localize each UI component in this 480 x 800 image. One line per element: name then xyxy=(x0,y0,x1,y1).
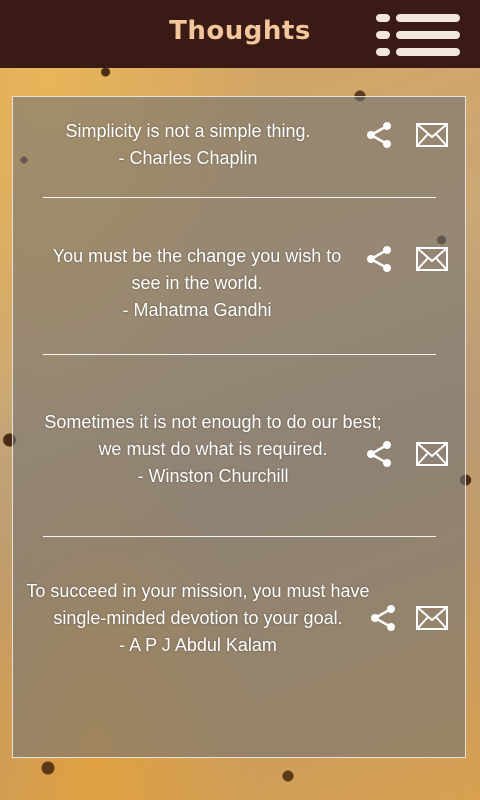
mail-icon[interactable] xyxy=(416,442,448,466)
mail-icon[interactable] xyxy=(416,606,448,630)
share-icon[interactable] xyxy=(369,604,397,632)
divider xyxy=(43,354,436,355)
mail-icon[interactable] xyxy=(416,123,448,147)
quote-line: Simplicity is not a simple thing. xyxy=(65,121,311,141)
app-header: Thoughts xyxy=(0,0,480,68)
quote-line: single-minded devotion to your goal. xyxy=(53,608,343,628)
divider xyxy=(43,197,436,198)
quote-text: Sometimes it is not enough to do our bes… xyxy=(21,409,405,490)
quote-line: see in the world. xyxy=(131,273,263,293)
quote-author: - Winston Churchill xyxy=(137,466,289,486)
share-icon[interactable] xyxy=(365,440,393,468)
quotes-panel: Simplicity is not a simple thing. - Char… xyxy=(12,96,466,758)
quote-text: To succeed in your mission, you must hav… xyxy=(3,578,393,659)
share-icon[interactable] xyxy=(365,245,393,273)
divider xyxy=(43,536,436,537)
quote-line: To succeed in your mission, you must hav… xyxy=(26,581,370,601)
menu-icon-line xyxy=(376,31,460,39)
quote-line: Sometimes it is not enough to do our bes… xyxy=(44,412,382,432)
quote-line: we must do what is required. xyxy=(98,439,328,459)
quote-author: - Charles Chaplin xyxy=(118,148,258,168)
quote-line: You must be the change you wish to xyxy=(52,246,342,266)
quote-text: Simplicity is not a simple thing. - Char… xyxy=(33,118,343,172)
mail-icon[interactable] xyxy=(416,247,448,271)
menu-icon[interactable] xyxy=(376,14,460,56)
quote-author: - Mahatma Gandhi xyxy=(122,300,272,320)
quote-author: - A P J Abdul Kalam xyxy=(119,635,277,655)
menu-icon-line xyxy=(376,48,460,56)
menu-icon-line xyxy=(376,14,460,22)
share-icon[interactable] xyxy=(365,121,393,149)
quote-text: You must be the change you wish to see i… xyxy=(33,243,361,324)
